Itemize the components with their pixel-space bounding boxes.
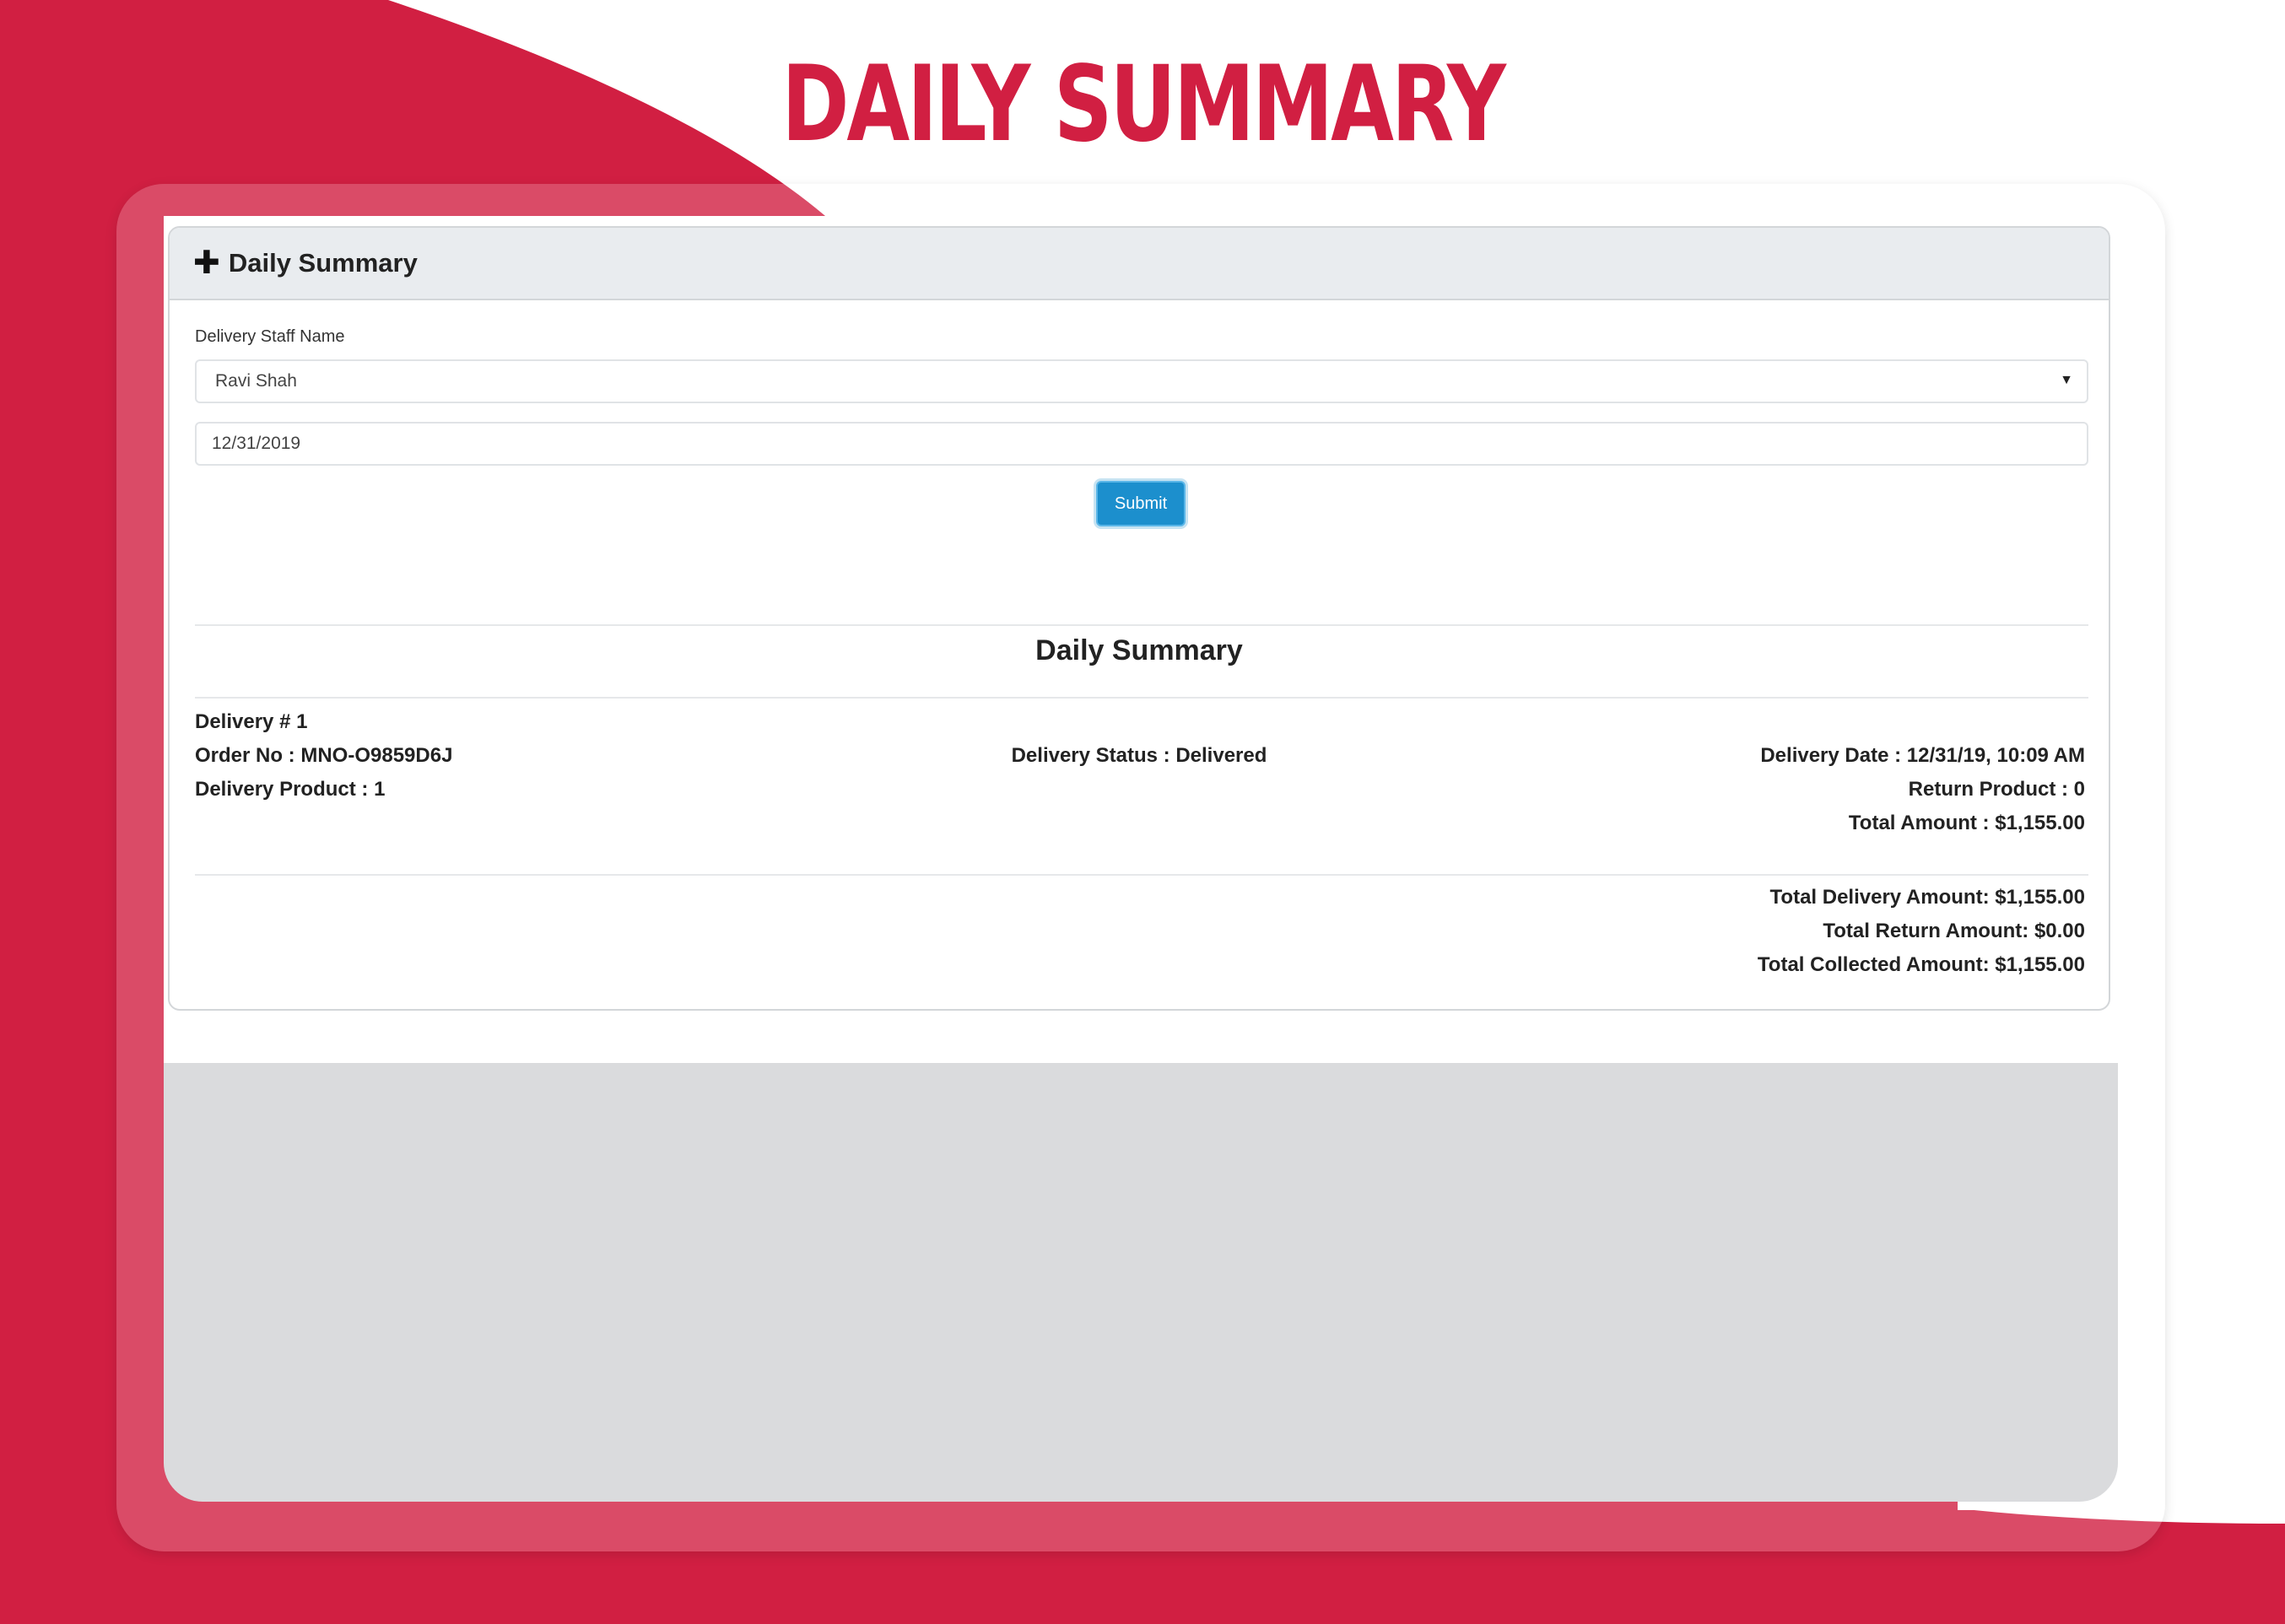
card-header: ✚ Daily Summary <box>170 228 2109 300</box>
staff-name-value: Ravi Shah <box>215 371 297 391</box>
delivery-product: Delivery Product : 1 <box>195 778 386 801</box>
app-screen: ✚ Daily Summary Delivery Staff Name Ravi… <box>164 216 2118 1502</box>
card-title: Daily Summary <box>228 248 418 278</box>
staff-name-select[interactable]: Ravi Shah ▼ <box>195 359 2088 403</box>
submit-button[interactable]: Submit <box>1096 481 1186 526</box>
daily-summary-card: ✚ Daily Summary Delivery Staff Name Ravi… <box>168 226 2110 1011</box>
total-return-amount: Total Return Amount: $0.00 <box>1823 920 2085 942</box>
return-product: Return Product : 0 <box>1908 778 2085 801</box>
divider <box>195 874 2088 876</box>
staff-name-label: Delivery Staff Name <box>195 327 345 346</box>
delivery-date: Delivery Date : 12/31/19, 10:09 AM <box>1760 744 2085 767</box>
divider <box>195 697 2088 699</box>
hero-title: DAILY SUMMARY <box>781 44 1506 165</box>
total-collected-amount: Total Collected Amount: $1,155.00 <box>1757 953 2085 976</box>
date-input[interactable]: 12/31/2019 <box>195 422 2088 466</box>
total-amount: Total Amount : $1,155.00 <box>1848 812 2085 834</box>
total-delivery-amount: Total Delivery Amount: $1,155.00 <box>1769 886 2085 909</box>
summary-title: Daily Summary <box>1035 634 1243 666</box>
caret-down-icon: ▼ <box>2060 373 2073 387</box>
plus-icon[interactable]: ✚ <box>193 247 220 279</box>
divider <box>195 624 2088 626</box>
delivery-number: Delivery # 1 <box>195 710 308 733</box>
